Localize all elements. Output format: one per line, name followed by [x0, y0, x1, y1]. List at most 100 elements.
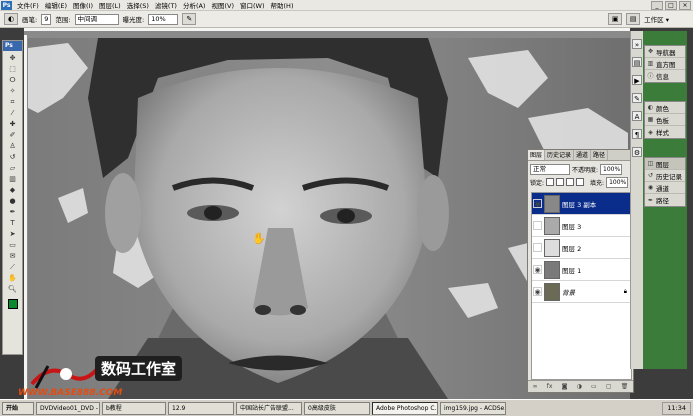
notes-tool-icon[interactable]: ✉	[6, 251, 19, 261]
healing-brush-tool-icon[interactable]: ✚	[6, 119, 19, 129]
path-selection-tool-icon[interactable]: ➤	[6, 229, 19, 239]
history-brush-tool-icon[interactable]: ↺	[6, 152, 19, 162]
menu-view[interactable]: 视图(V)	[208, 0, 237, 10]
lock-pixels-icon[interactable]	[556, 178, 565, 186]
eyedropper-tool-icon[interactable]: ⟋	[6, 262, 19, 272]
blend-mode-select[interactable]: 正常	[530, 164, 570, 175]
dodge-tool-preset-icon[interactable]: ◐	[4, 13, 18, 25]
taskbar-button-b-tutorial[interactable]: b教程	[102, 401, 166, 415]
tool-presets-icon[interactable]: ⚙	[632, 147, 642, 157]
airbrush-icon[interactable]: ✎	[182, 13, 197, 25]
gradient-tool-icon[interactable]: ▥	[6, 174, 19, 184]
hand-tool-icon[interactable]: ✋	[6, 273, 19, 283]
menu-image[interactable]: 图像(I)	[70, 0, 96, 10]
layer-row-layer-3[interactable]: 图层 3	[532, 215, 631, 237]
taskbar-button-photoshop[interactable]: Adobe Photoshop C...	[372, 401, 438, 415]
dock-item-swatches[interactable]: ▦ 色板	[645, 114, 685, 126]
taskbar-button-acdsee[interactable]: img159.jpg - ACDSe...	[440, 401, 506, 415]
lock-all-icon[interactable]	[576, 178, 585, 186]
fill-input[interactable]: 100%	[606, 176, 629, 188]
brush-tool-icon[interactable]: ✐	[6, 130, 19, 140]
dock-item-histogram[interactable]: ▥ 直方图	[645, 58, 685, 70]
brush-size-picker[interactable]: 9	[41, 13, 52, 25]
taskbar-button-dvdvideo[interactable]: DVDVideo01_DVD - N...	[36, 401, 100, 415]
marquee-tool-icon[interactable]: ⬚	[6, 64, 19, 74]
visibility-eye-icon[interactable]: ◉	[533, 265, 542, 274]
visibility-eye-icon[interactable]	[533, 221, 542, 230]
pen-tool-icon[interactable]: ✒	[6, 207, 19, 217]
document-icon[interactable]: ▤	[626, 13, 641, 25]
layer-row-layer-1[interactable]: ◉ 图层 1	[532, 259, 631, 281]
type-tool-icon[interactable]: T	[6, 218, 19, 228]
magic-wand-tool-icon[interactable]: ✧	[6, 86, 19, 96]
menu-window[interactable]: 窗口(W)	[237, 0, 268, 10]
menu-layer[interactable]: 图层(L)	[96, 0, 124, 10]
character-icon[interactable]: A	[632, 111, 642, 121]
opacity-input[interactable]: 100%	[600, 164, 623, 175]
layer-mask-icon[interactable]: ◙	[562, 383, 568, 390]
eraser-tool-icon[interactable]: ▱	[6, 163, 19, 173]
zoom-tool-icon[interactable]: 🔍︎	[6, 284, 19, 294]
paragraph-icon[interactable]: ¶	[632, 129, 642, 139]
maximize-button[interactable]: □	[665, 0, 677, 10]
start-button[interactable]: 开始	[2, 401, 34, 415]
visibility-eye-icon[interactable]: ◉	[533, 199, 542, 208]
actions-icon[interactable]: ▶	[632, 75, 642, 85]
dock-item-styles[interactable]: ◈ 样式	[645, 126, 685, 138]
palette-well-icon[interactable]: ▣	[608, 13, 623, 25]
menu-analysis[interactable]: 分析(A)	[180, 0, 209, 10]
dock-item-layers[interactable]: ◫ 图层	[645, 158, 685, 170]
exposure-input[interactable]: 10%	[148, 13, 179, 25]
dock-item-color[interactable]: ◐ 颜色	[645, 102, 685, 114]
crop-tool-icon[interactable]: ⌗	[6, 97, 19, 107]
expand-panels-icon[interactable]: »	[632, 39, 642, 49]
range-select[interactable]: 中间调	[74, 13, 119, 25]
taskbar-button-skins[interactable]: 0高级皮肤	[304, 401, 370, 415]
lock-transparency-icon[interactable]	[546, 178, 555, 186]
foreground-color-swatch[interactable]	[7, 299, 18, 309]
clone-stamp-tool-icon[interactable]: ♙	[6, 141, 19, 151]
move-tool-icon[interactable]: ✥	[6, 53, 19, 63]
tab-channels[interactable]: 通道	[574, 150, 592, 160]
visibility-eye-icon[interactable]	[533, 243, 542, 252]
adjustment-layer-icon[interactable]: ◑	[577, 383, 582, 390]
menu-select[interactable]: 选择(S)	[124, 0, 152, 10]
lock-row: 锁定: 填充: 100%	[528, 176, 633, 188]
history-icon[interactable]: ▤	[632, 57, 642, 67]
dock-item-history[interactable]: ↺ 历史记录	[645, 170, 685, 182]
shape-tool-icon[interactable]: ▭	[6, 240, 19, 250]
tab-layers[interactable]: 图层	[528, 150, 546, 160]
taskbar-button-ad-alliance[interactable]: 中国站长广告联盟...	[236, 401, 302, 415]
menu-help[interactable]: 帮助(H)	[268, 0, 297, 10]
layer-row-layer-2[interactable]: 图层 2	[532, 237, 631, 259]
dodge-tool-icon[interactable]: ●	[6, 196, 19, 206]
workspace-menu[interactable]: 工作区 ▾	[644, 14, 669, 24]
new-group-icon[interactable]: ▭	[591, 383, 597, 390]
blur-tool-icon[interactable]: ◆	[6, 185, 19, 195]
tab-history[interactable]: 历史记录	[545, 150, 575, 160]
dock-item-navigator[interactable]: ✥ 导航器	[645, 46, 685, 58]
lasso-tool-icon[interactable]: ⵔ	[6, 75, 19, 85]
lock-position-icon[interactable]	[566, 178, 575, 186]
dock-item-label: 导航器	[656, 48, 676, 57]
visibility-eye-icon[interactable]: ◉	[533, 287, 542, 296]
slice-tool-icon[interactable]: ⁄	[6, 108, 19, 118]
dock-item-channels[interactable]: ◉ 通道	[645, 182, 685, 194]
tab-paths[interactable]: 路径	[591, 150, 609, 160]
dock-item-info[interactable]: ⓘ 信息	[645, 70, 685, 82]
layer-style-icon[interactable]: fx	[547, 383, 553, 390]
layer-row-background[interactable]: ◉ 背景 🔒︎	[532, 281, 631, 303]
new-layer-icon[interactable]: ▢	[606, 383, 612, 390]
link-layers-icon[interactable]: ∞	[533, 383, 538, 390]
minimize-button[interactable]: _	[651, 0, 663, 10]
dock-item-paths[interactable]: ✒ 路径	[645, 194, 685, 206]
menu-edit[interactable]: 编辑(E)	[42, 0, 70, 10]
menu-file[interactable]: 文件(F)	[14, 0, 42, 10]
brushes-icon[interactable]: ✎	[632, 93, 642, 103]
blend-row: 正常 不透明度: 100%	[528, 163, 633, 176]
menu-filter[interactable]: 滤镜(T)	[152, 0, 180, 10]
taskbar-button-12-9[interactable]: 12.9	[168, 401, 234, 415]
close-button[interactable]: ×	[679, 0, 691, 10]
layer-row-layer-3-copy[interactable]: ◉ 图层 3 副本	[532, 193, 631, 215]
delete-layer-icon[interactable]: 🗑︎	[621, 383, 629, 390]
